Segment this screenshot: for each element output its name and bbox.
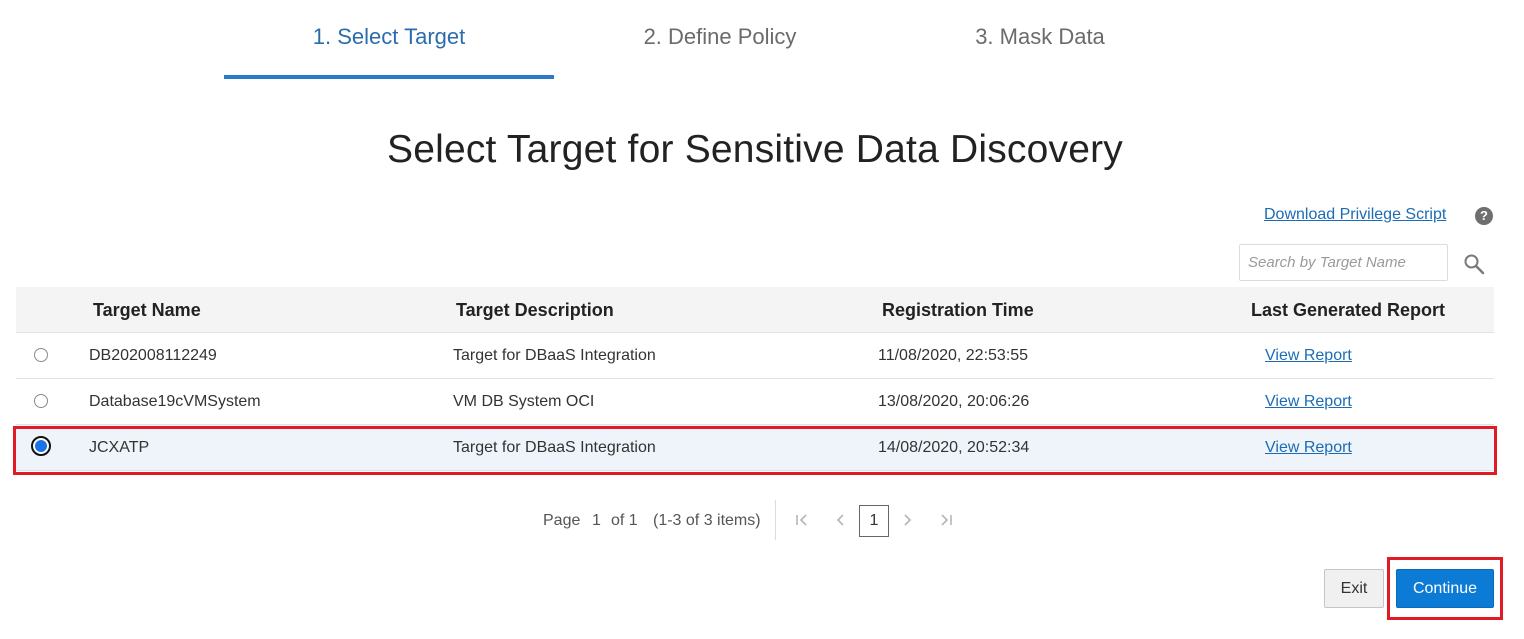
column-target-name[interactable]: Target Name	[93, 300, 201, 321]
continue-button[interactable]: Continue	[1396, 569, 1494, 608]
view-report-link[interactable]: View Report	[1265, 347, 1352, 365]
page-title: Select Target for Sensitive Data Discove…	[387, 128, 1123, 171]
pagination: Page 1 of 1 (1-3 of 3 items) 1	[0, 500, 1524, 540]
step-mask-data[interactable]: 3. Mask Data	[880, 24, 1200, 50]
wizard-steps: 1. Select Target 2. Define Policy 3. Mas…	[0, 0, 1524, 82]
view-report-link[interactable]: View Report	[1265, 439, 1352, 457]
first-page-icon[interactable]	[793, 510, 811, 530]
items-count-label: (1-3 of 3 items)	[653, 512, 761, 529]
page-button-current[interactable]: 1	[859, 505, 889, 537]
view-report-link[interactable]: View Report	[1265, 393, 1352, 411]
pagination-divider	[775, 500, 776, 540]
exit-button[interactable]: Exit	[1324, 569, 1384, 608]
page-number-value: 1	[592, 512, 601, 529]
page-label: Page	[543, 512, 581, 529]
search-icon[interactable]	[1462, 252, 1486, 276]
next-page-icon[interactable]	[899, 510, 917, 530]
help-icon[interactable]: ?	[1475, 207, 1493, 225]
target-name: Database19cVMSystem	[89, 393, 261, 410]
row-radio-button[interactable]	[34, 394, 48, 408]
step-define-policy[interactable]: 2. Define Policy	[560, 24, 880, 50]
page-total-label: of 1	[611, 512, 638, 529]
target-name: JCXATP	[89, 439, 150, 456]
registration-time: 11/08/2020, 22:53:55	[878, 347, 1029, 364]
table-row-selected[interactable]: JCXATP Target for DBaaS Integration 14/0…	[16, 425, 1494, 471]
previous-page-icon[interactable]	[831, 510, 849, 530]
search-input[interactable]	[1239, 244, 1448, 281]
column-target-description[interactable]: Target Description	[456, 300, 614, 321]
targets-table: Target Name Target Description Registrat…	[16, 287, 1494, 471]
table-header: Target Name Target Description Registrat…	[16, 287, 1494, 333]
step-select-target[interactable]: 1. Select Target	[224, 24, 554, 50]
registration-time: 13/08/2020, 20:06:26	[878, 393, 1030, 410]
registration-time: 14/08/2020, 20:52:34	[878, 439, 1030, 456]
row-radio-button-checked[interactable]	[31, 436, 51, 456]
table-row[interactable]: DB202008112249 Target for DBaaS Integrat…	[16, 333, 1494, 379]
target-name: DB202008112249	[89, 347, 217, 364]
row-radio-button[interactable]	[34, 348, 48, 362]
column-registration-time[interactable]: Registration Time	[882, 300, 1034, 321]
target-description: Target for DBaaS Integration	[453, 439, 656, 456]
active-step-indicator	[224, 75, 554, 79]
target-description: Target for DBaaS Integration	[453, 347, 656, 364]
table-row[interactable]: Database19cVMSystem VM DB System OCI 13/…	[16, 379, 1494, 425]
download-privilege-script-link[interactable]: Download Privilege Script	[1264, 206, 1446, 224]
target-description: VM DB System OCI	[453, 393, 595, 410]
column-last-generated-report[interactable]: Last Generated Report	[1251, 300, 1445, 321]
last-page-icon[interactable]	[937, 510, 955, 530]
